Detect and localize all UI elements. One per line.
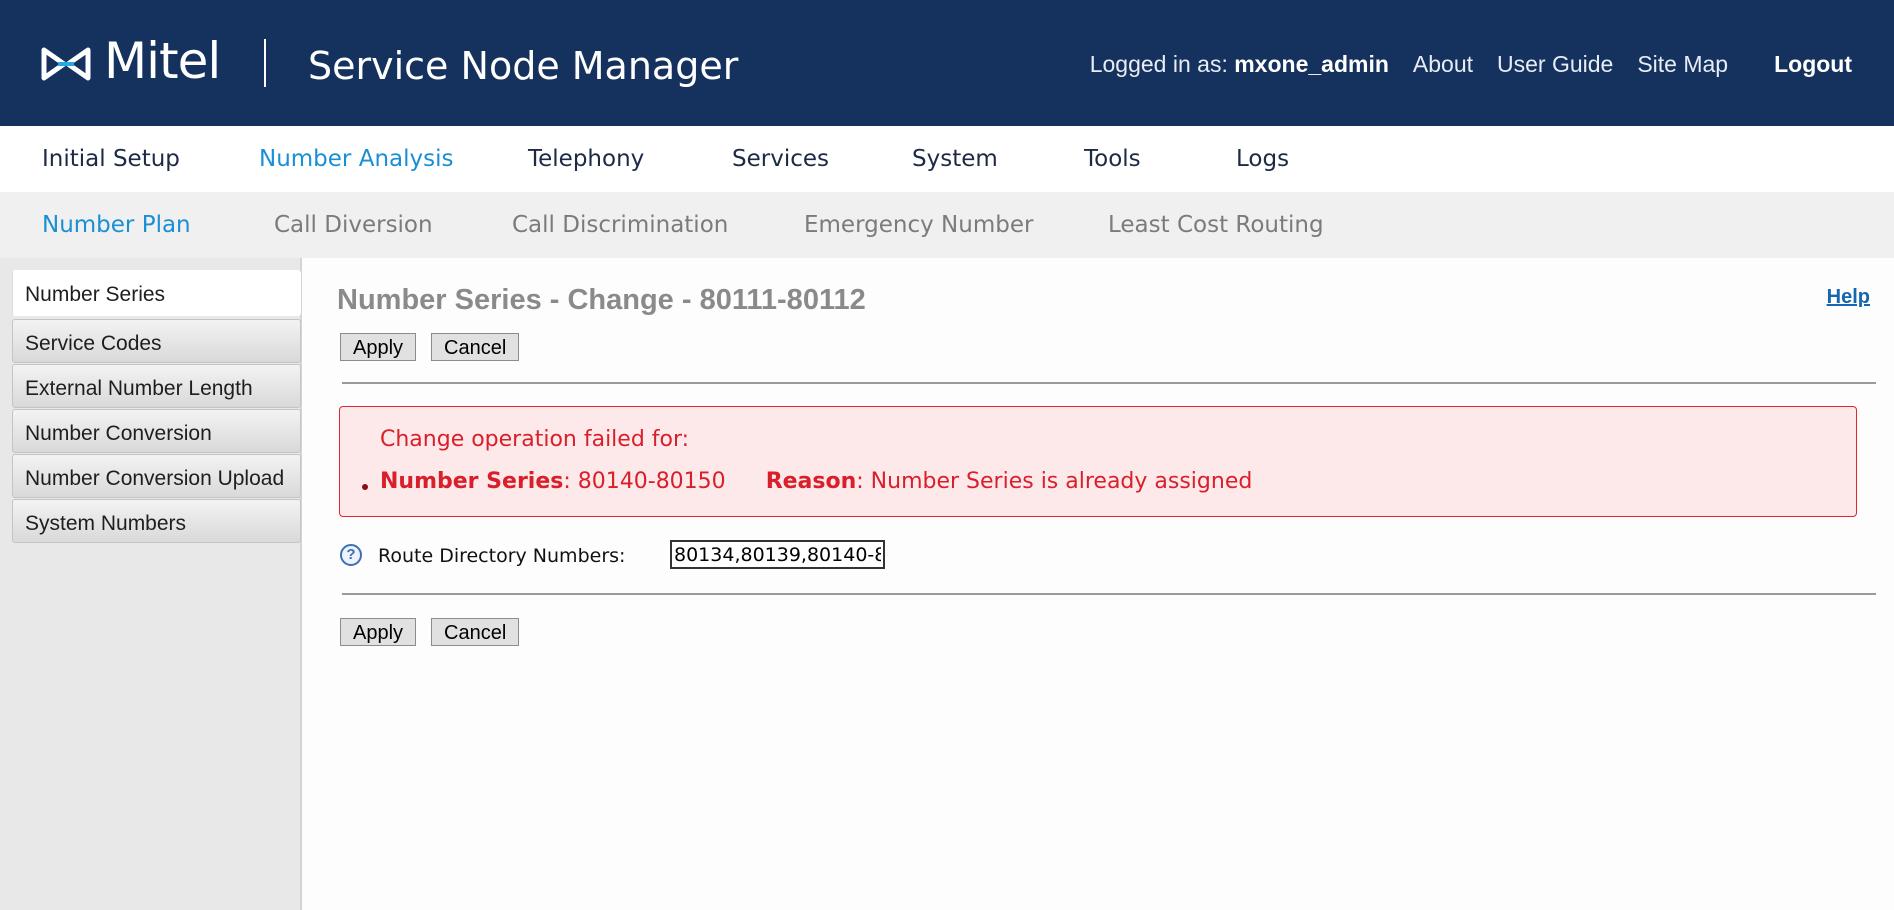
nav-logs[interactable]: Logs [1236, 146, 1289, 172]
apply-button-bottom[interactable]: Apply [340, 618, 417, 646]
page-title: Number Series - Change - 80111-80112 [337, 284, 866, 316]
subnav-call-diversion[interactable]: Call Diversion [274, 212, 433, 238]
nav-initial-setup[interactable]: Initial Setup [42, 146, 180, 172]
header-links: Logged in as: mxone_admin About User Gui… [1090, 51, 1852, 78]
about-link[interactable]: About [1413, 51, 1473, 78]
sidebar-item-service-codes[interactable]: Service Codes [12, 319, 301, 363]
content-panel [302, 268, 1894, 910]
product-name: Service Node Manager [308, 44, 739, 88]
subnav-emergency-number[interactable]: Emergency Number [804, 212, 1033, 238]
logout-link[interactable]: Logout [1774, 51, 1852, 78]
subnav-call-discrimination[interactable]: Call Discrimination [512, 212, 728, 238]
error-heading: Change operation failed for: [380, 427, 690, 452]
divider-bottom [342, 593, 1876, 595]
sidebar-item-external-number-length[interactable]: External Number Length [12, 364, 301, 408]
help-link[interactable]: Help [1827, 286, 1870, 309]
main-nav: Initial Setup Number Analysis Telephony … [0, 126, 1894, 192]
error-detail: Number Series: 80140-80150 Reason: Numbe… [380, 469, 1252, 494]
route-directory-numbers-label: Route Directory Numbers: [378, 545, 626, 567]
brand-name: Mitel [104, 32, 221, 90]
sidebar-item-number-conversion[interactable]: Number Conversion [12, 409, 301, 453]
bullet-icon [362, 484, 368, 490]
error-message-box: Change operation failed for: Number Seri… [339, 406, 1857, 517]
user-guide-link[interactable]: User Guide [1497, 51, 1613, 78]
error-reason-value: : Number Series is already assigned [856, 469, 1253, 494]
site-map-link[interactable]: Site Map [1637, 51, 1728, 78]
divider-top [342, 382, 1876, 384]
sidebar-item-number-series[interactable]: Number Series [12, 270, 301, 316]
cancel-button-bottom[interactable]: Cancel [431, 618, 520, 646]
sidebar: Number Series Service Codes External Num… [0, 258, 302, 910]
sub-nav: Number Plan Call Diversion Call Discrimi… [0, 192, 1894, 258]
sidebar-item-system-numbers[interactable]: System Numbers [12, 499, 301, 543]
sidebar-item-number-conversion-upload[interactable]: Number Conversion Upload [12, 454, 301, 498]
app-header: Mitel Service Node Manager Logged in as:… [0, 0, 1894, 126]
route-directory-numbers-input[interactable] [670, 540, 885, 569]
nav-system[interactable]: System [912, 146, 998, 172]
subnav-number-plan[interactable]: Number Plan [42, 212, 191, 238]
nav-telephony[interactable]: Telephony [528, 146, 644, 172]
cancel-button-top[interactable]: Cancel [431, 333, 520, 361]
mitel-logo-icon [41, 47, 91, 81]
subnav-least-cost-routing[interactable]: Least Cost Routing [1108, 212, 1324, 238]
apply-button-top[interactable]: Apply [340, 333, 417, 361]
error-series-value: : 80140-80150 [563, 469, 726, 494]
logged-in-label: Logged in as: [1089, 51, 1228, 77]
logged-in-info: Logged in as: mxone_admin [1090, 51, 1389, 78]
error-reason-label: Reason [765, 469, 857, 494]
nav-services[interactable]: Services [732, 146, 829, 172]
question-icon[interactable]: ? [340, 544, 362, 566]
username: mxone_admin [1234, 51, 1389, 77]
nav-number-analysis[interactable]: Number Analysis [259, 146, 453, 172]
nav-tools[interactable]: Tools [1084, 146, 1141, 172]
header-divider [264, 39, 266, 87]
error-series-label: Number Series [380, 469, 564, 494]
